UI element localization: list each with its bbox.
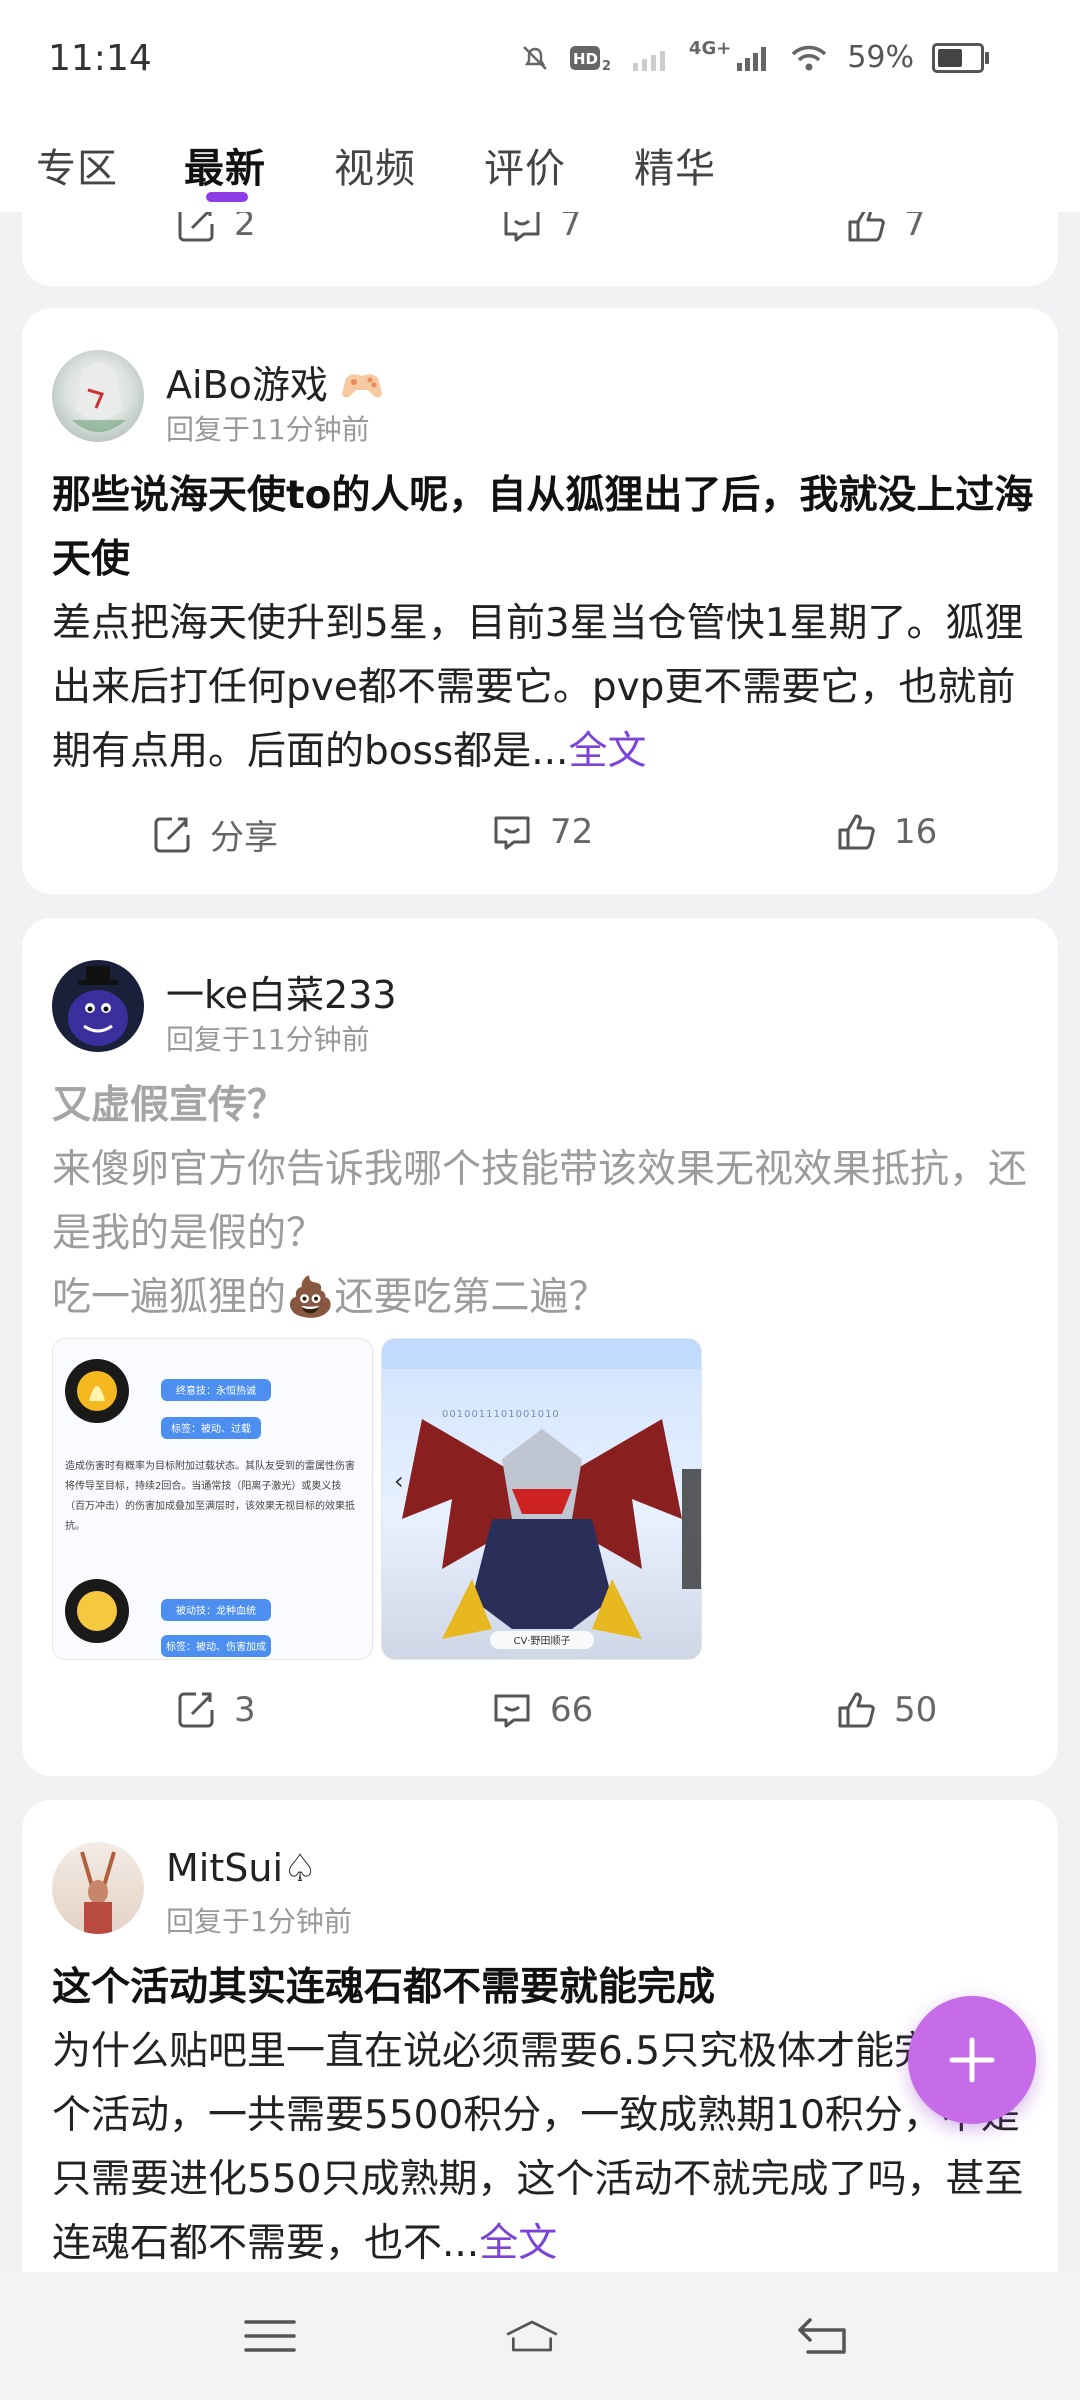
author-name[interactable]: 一ke白菜233 (166, 964, 397, 1019)
status-icons: HD 2 4G+ 59% (519, 38, 989, 75)
post-title[interactable]: 这个活动其实连魂石都不需要就能完成 (52, 1956, 1042, 2020)
comment-icon (494, 816, 530, 850)
network-type: 4G+ (688, 38, 732, 59)
reply-time: 回复于1分钟前 (166, 1905, 352, 1938)
post-body[interactable]: 差点把海天使升到5星，目前3星当仓管快1星期了。狐狸出来后打任何pve都不需要它… (52, 592, 1042, 784)
cell-signal-icon (737, 46, 767, 71)
svg-text:HD: HD (573, 50, 598, 68)
avatar-art (80, 1851, 116, 1934)
author-name-text: AiBo游戏 (166, 363, 328, 407)
system-navigation-bar (0, 2272, 1080, 2400)
tab-video[interactable]: 视频 (334, 136, 416, 194)
status-time: 11:14 (48, 38, 152, 79)
share-button[interactable]: 分享 (150, 810, 278, 859)
reply-time: 回复于11分钟前 (166, 1023, 370, 1056)
share-icon (178, 1692, 214, 1728)
image-gallery: 终意技：永恒热诚 标签：被动、过载 造成伤害时有概率为目标附加过载状态。其队友受… (52, 1338, 702, 1660)
home-icon[interactable] (504, 2312, 560, 2360)
post-title[interactable]: 那些说海天使to的人呢，自从狐狸出了后，我就没上过海天使 (52, 464, 1042, 592)
post-card[interactable]: AiBo游戏 回复于11分钟前 那些说海天使to的人呢，自从狐狸出了后，我就没上… (22, 308, 1058, 894)
status-bar: 11:14 HD 2 4G+ 59% (0, 0, 1080, 120)
binary-code-text: 0010011101001010 (442, 1409, 560, 1420)
post-image-character[interactable]: ‹ CV·野田顺子 0010011101001010 (381, 1338, 702, 1660)
read-more-link[interactable]: 全文 (568, 729, 646, 774)
like-button[interactable]: 16 (834, 810, 937, 854)
share-icon (154, 817, 190, 852)
post-image-skill-card[interactable]: 终意技：永恒热诚 标签：被动、过载 造成伤害时有概率为目标附加过载状态。其队友受… (52, 1338, 373, 1660)
avatar-art (72, 362, 126, 432)
svg-text:‹: ‹ (394, 1467, 404, 1495)
active-tab-indicator (206, 192, 248, 202)
like-button[interactable]: 50 (834, 1688, 937, 1732)
like-count: 50 (894, 1690, 938, 1730)
avatar-art (68, 966, 128, 1046)
comment-count: 72 (550, 812, 594, 852)
battery-percent: 59% (847, 40, 914, 75)
share-button[interactable]: 3 (174, 1688, 256, 1732)
author-name[interactable]: MitSui♤ (166, 1846, 317, 1890)
skill-tag-4: 标签：被动、伤害加成 (166, 1642, 266, 1653)
tab-bar: 专区 最新 视频 评价 精华 (0, 130, 1080, 212)
comment-button[interactable]: 72 (490, 810, 593, 854)
skill-tag-3: 被动技：龙种血统 (176, 1606, 256, 1617)
post-card[interactable]: 一ke白菜233 回复于11分钟前 又虚假宣传？ 来傻卵官方你告诉我哪个技能带该… (22, 918, 1058, 1776)
post-title[interactable]: 又虚假宣传？ (52, 1074, 1042, 1138)
reply-time: 回复于11分钟前 (166, 413, 370, 446)
hd-icon: HD 2 (569, 45, 611, 74)
battery-icon (932, 42, 989, 73)
top-header: 11:14 HD 2 4G+ 59% 专区 最新 视频 评价 精华 (0, 0, 1080, 212)
post-body-line: 来傻卵官方你告诉我哪个技能带该效果无视效果抵抗，还是我的是假的？ (52, 1147, 1028, 1256)
avatar[interactable] (52, 1842, 144, 1934)
thumbs-up-icon (838, 814, 875, 850)
share-count: 3 (234, 1690, 256, 1730)
post-card[interactable]: MitSui♤ 回复于1分钟前 这个活动其实连魂石都不需要就能完成 为什么贴吧里… (22, 1800, 1058, 2272)
game-controller-icon (341, 374, 382, 398)
back-icon[interactable] (794, 2312, 850, 2360)
new-post-button[interactable] (908, 1996, 1036, 2124)
comment-icon (494, 1694, 530, 1728)
skill-tag-1: 终意技：永恒热诚 (176, 1386, 256, 1397)
share-label: 分享 (210, 818, 278, 858)
like-count: 16 (894, 812, 938, 852)
skill-description: 造成伤害时有概率为目标附加过载状态。其队友受到的雷属性伤害将传导至目标，持续2回… (65, 1461, 355, 1532)
tab-latest[interactable]: 最新 (184, 136, 266, 194)
mute-bell-icon (523, 45, 547, 70)
post-body-line: 吃一遍狐狸的💩还要吃第二遍？ (52, 1275, 608, 1320)
avatar[interactable] (52, 350, 144, 442)
weak-signal-icon (632, 50, 665, 71)
avatar[interactable] (52, 960, 144, 1052)
post-body[interactable]: 来傻卵官方你告诉我哪个技能带该效果无视效果抵抗，还是我的是假的？ 吃一遍狐狸的💩… (52, 1138, 1042, 1330)
skill-tag-2: 标签：被动、过载 (171, 1424, 251, 1435)
post-body-text: 差点把海天使升到5星，目前3星当仓管快1星期了。狐狸出来后打任何pve都不需要它… (52, 601, 1024, 774)
menu-icon[interactable] (242, 2312, 298, 2360)
tab-featured[interactable]: 精华 (634, 136, 716, 194)
tab-zone[interactable]: 专区 (36, 136, 118, 194)
post-body[interactable]: 为什么贴吧里一直在说必须需要6.5只究极体才能完成这个活动，一共需要5500积分… (52, 2020, 1042, 2272)
cv-caption: CV·野田顺子 (513, 1636, 571, 1647)
author-name[interactable]: AiBo游戏 (166, 354, 384, 409)
thumbs-up-icon (838, 1692, 875, 1728)
comment-button[interactable]: 66 (490, 1688, 593, 1732)
svg-text:2: 2 (602, 59, 611, 74)
plus-icon (949, 2037, 995, 2083)
read-more-link[interactable]: 全文 (479, 2221, 557, 2266)
comment-count: 66 (550, 1690, 594, 1730)
character-graphic: ‹ (382, 1339, 701, 1649)
tab-review[interactable]: 评价 (484, 136, 566, 194)
wifi-icon (792, 45, 827, 70)
